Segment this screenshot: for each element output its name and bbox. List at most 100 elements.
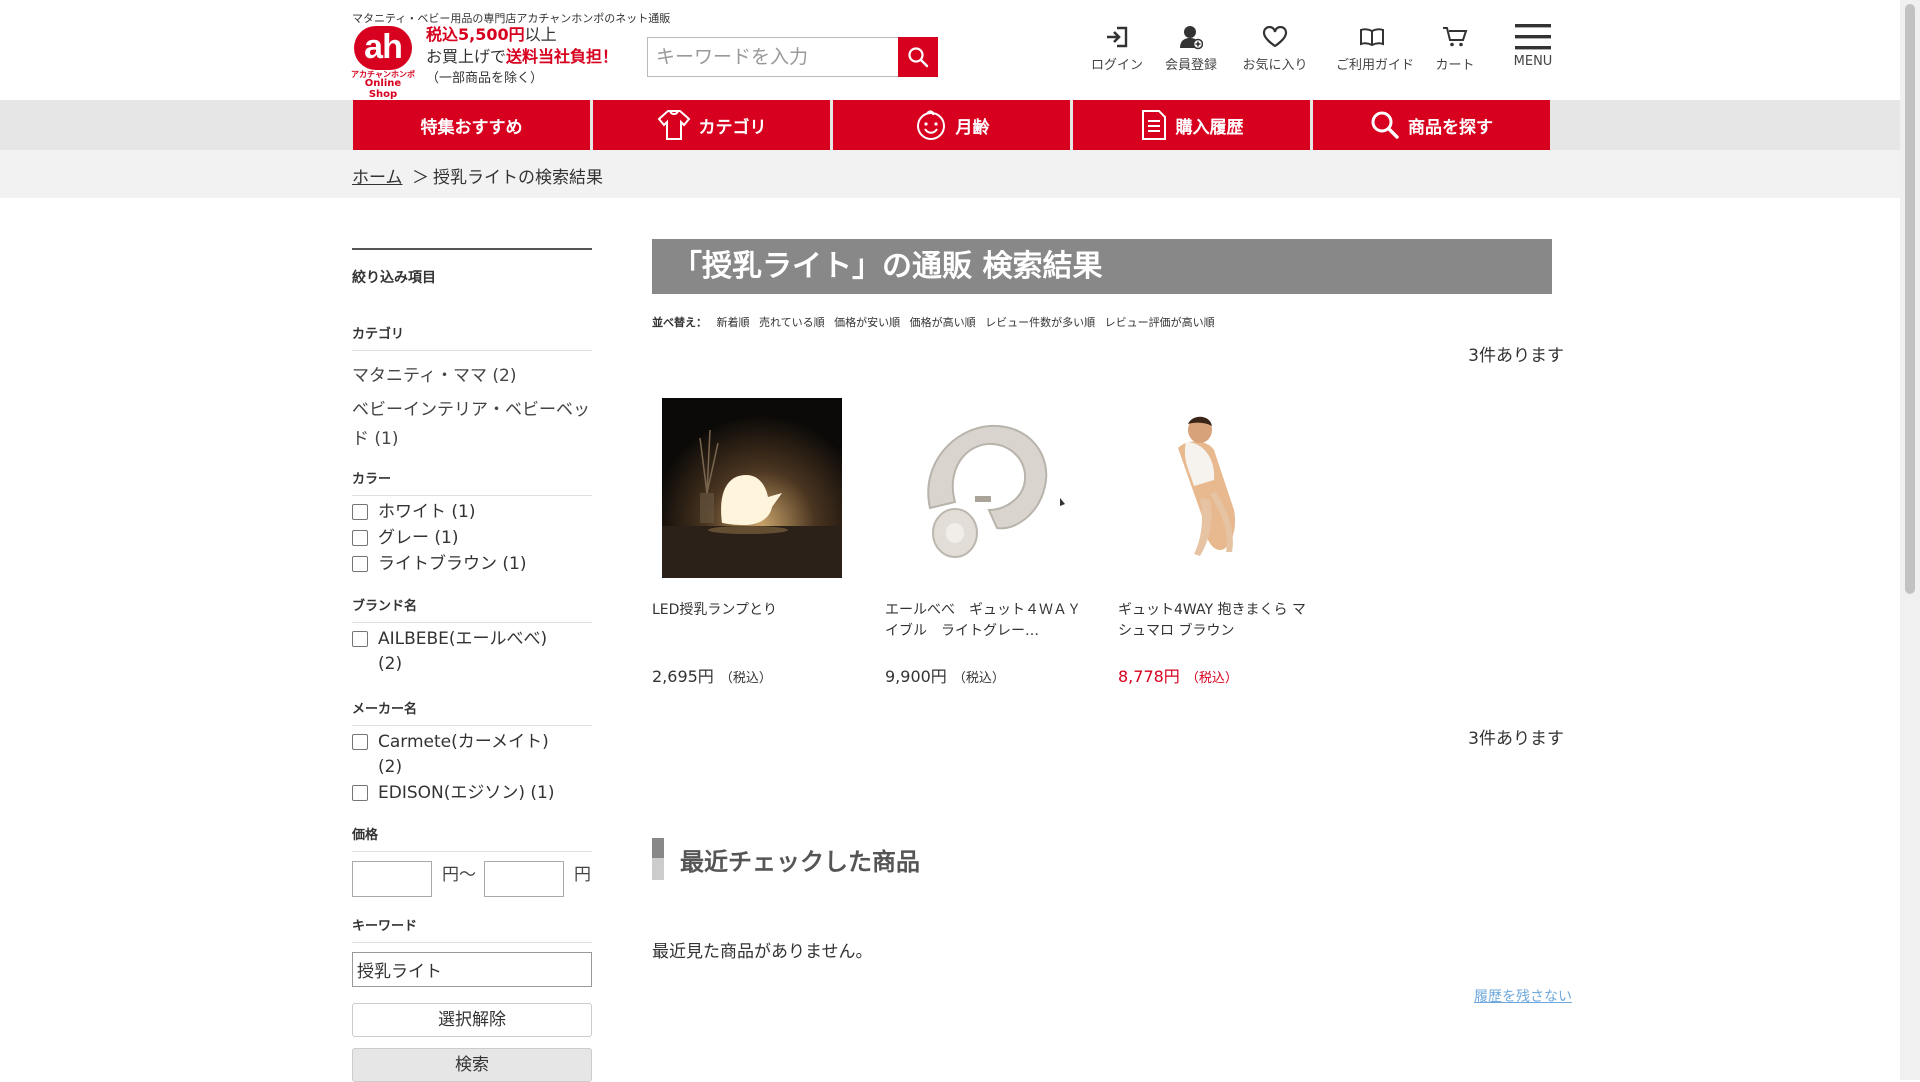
product-price: 8,778円 （税込） <box>1118 663 1238 687</box>
clear-filters-button[interactable]: 選択解除 <box>352 1003 592 1037</box>
divider <box>352 495 592 496</box>
nav-register[interactable]: 会員登録 <box>1155 24 1227 73</box>
sort-review-rating[interactable]: レビュー評価が高い順 <box>1105 316 1215 329</box>
disable-history-link[interactable]: 履歴を残さない <box>1474 986 1572 1006</box>
breadcrumb-separator: ＞ <box>412 168 429 188</box>
cat-category-label: カテゴリ <box>698 117 767 138</box>
filter-color-lightbrown[interactable]: ライトブラウン (1) <box>352 552 526 577</box>
price-max-input[interactable] <box>484 861 564 897</box>
divider <box>352 725 592 726</box>
section-marker <box>652 838 664 880</box>
category-nav: 特集おすすめ カテゴリ 月齢 購入履歴 商品を探す <box>0 100 1900 150</box>
header-search-button[interactable] <box>898 37 938 77</box>
nav-login-label: ログイン <box>1090 58 1143 73</box>
recent-empty-message: 最近見た商品がありません。 <box>652 942 873 962</box>
price-tax: （税込） <box>719 671 772 686</box>
cat-search[interactable]: 商品を探す <box>1313 100 1550 150</box>
price-value: 8,778円 <box>1118 667 1180 686</box>
document-icon <box>1141 110 1166 140</box>
filter-color-gray[interactable]: グレー (1) <box>352 526 458 551</box>
checkbox[interactable] <box>352 504 368 520</box>
product-name[interactable]: エールべべ ギュット４ＷＡＹ イブル ライトグレー… <box>885 600 1095 642</box>
filter-keyword-head: キーワード <box>352 919 418 934</box>
nav-favorites[interactable]: お気に入り <box>1239 24 1311 73</box>
product-image[interactable] <box>895 398 1075 578</box>
filter-color-lightbrown-label: ライトブラウン (1) <box>378 554 527 574</box>
filter-color-gray-label: グレー (1) <box>378 528 459 548</box>
nav-cart[interactable]: カート <box>1419 24 1491 73</box>
filter-color-head: カラー <box>352 472 392 487</box>
book-icon <box>1360 28 1384 47</box>
checkbox[interactable] <box>352 530 368 546</box>
cat-history-label: 購入履歴 <box>1175 117 1244 138</box>
promo-note: （一部商品を除く） <box>426 71 544 86</box>
checkbox[interactable] <box>352 556 368 572</box>
checkbox[interactable] <box>352 631 368 647</box>
recent-section-title: 最近チェックした商品 <box>652 838 920 880</box>
filter-brand-ailbebe-label: AILBEBE(エールべべ) (2) <box>378 629 548 674</box>
product-image[interactable] <box>1128 398 1308 578</box>
sort-review-count[interactable]: レビュー件数が多い順 <box>985 316 1095 329</box>
site-header: マタニティ・ベビー用品の専門店アカチャンホンポのネット通販 ah アカチャンホン… <box>0 0 1900 100</box>
filter-brand-head: ブランド名 <box>352 599 418 614</box>
divider <box>352 622 592 623</box>
member-icon <box>1180 26 1203 50</box>
filter-keyword-input[interactable] <box>352 952 592 987</box>
price-value: 2,695円 <box>652 667 714 686</box>
filter-maker-edison[interactable]: EDISON(エジソン) (1) <box>352 781 592 806</box>
sort-bestselling[interactable]: 売れている順 <box>759 316 825 329</box>
divider <box>352 942 592 943</box>
nav-cart-label: カート <box>1435 58 1475 73</box>
sort-price-high[interactable]: 価格が高い順 <box>910 316 976 329</box>
filter-search-button[interactable]: 検索 <box>352 1048 592 1082</box>
filter-brand-ailbebe[interactable]: AILBEBE(エールべべ) (2) <box>352 627 572 677</box>
filter-title: 絞り込み項目 <box>352 270 436 286</box>
site-logo[interactable]: ah アカチャンホンポ Online Shop <box>350 26 416 100</box>
product-image[interactable] <box>662 398 842 578</box>
product-name[interactable]: LED授乳ランプとり <box>652 600 852 621</box>
scrollbar-thumb[interactable] <box>1905 4 1915 594</box>
filter-category-baby-interior[interactable]: ベビーインテリア・ベビーベッド (1) <box>352 396 592 454</box>
price-tax: （税込） <box>952 671 1005 686</box>
header-search-input[interactable] <box>647 37 899 77</box>
breadcrumb-home[interactable]: ホーム <box>352 163 403 188</box>
divider <box>352 350 592 351</box>
divider <box>352 851 592 852</box>
sort-newest[interactable]: 新着順 <box>717 316 750 329</box>
product-name[interactable]: ギュット4WAY 抱きまくら マシュマロ ブラウン <box>1118 600 1318 642</box>
filter-maker-carmete[interactable]: Carmete(カーメイト) (2) <box>352 730 572 780</box>
result-count-top: 3件あります <box>1468 346 1564 366</box>
heart-icon <box>1262 26 1288 48</box>
nav-guide[interactable]: ご利用ガイド <box>1336 24 1414 73</box>
product-price: 2,695円 （税込） <box>652 663 772 687</box>
price-min-input[interactable] <box>352 861 432 897</box>
price-value: 9,900円 <box>885 667 947 686</box>
filter-color-white[interactable]: ホワイト (1) <box>352 500 475 525</box>
nav-favorites-label: お気に入り <box>1242 58 1308 73</box>
breadcrumb-current: 授乳ライトの検索結果 <box>433 168 603 188</box>
cat-featured[interactable]: 特集おすすめ <box>353 100 590 150</box>
promo-amount: 税込5,500円 <box>426 25 525 44</box>
checkbox[interactable] <box>352 785 368 801</box>
filter-price-head: 価格 <box>352 828 379 843</box>
cat-category[interactable]: カテゴリ <box>593 100 830 150</box>
filter-maker-edison-label: EDISON(エジソン) (1) <box>378 783 555 803</box>
result-count-bottom: 3件あります <box>1468 729 1564 749</box>
sort-price-low[interactable]: 価格が安い順 <box>834 316 900 329</box>
filter-color-white-label: ホワイト (1) <box>378 502 476 522</box>
cat-age-label: 月齢 <box>955 117 990 138</box>
checkbox[interactable] <box>352 734 368 750</box>
filter-category-head: カテゴリ <box>352 327 405 342</box>
baby-clothes-icon <box>657 110 690 140</box>
cat-history[interactable]: 購入履歴 <box>1073 100 1310 150</box>
filter-category-maternity[interactable]: マタニティ・ママ (2) <box>352 362 592 391</box>
cat-featured-label: 特集おすすめ <box>420 117 523 138</box>
nav-login[interactable]: ログイン <box>1081 24 1153 73</box>
nursing-pillow-photo <box>895 398 1075 578</box>
cat-age[interactable]: 月齢 <box>833 100 1070 150</box>
nav-menu[interactable]: MENU <box>1497 22 1569 69</box>
search-icon <box>1371 111 1399 139</box>
shipping-promo: 税込5,500円以上 お買上げで送料当社負担！ （一部商品を除く） <box>426 24 618 90</box>
page-title: 「授乳ライト」の通販 検索結果 <box>652 239 1552 294</box>
product-price: 9,900円 （税込） <box>885 663 1005 687</box>
